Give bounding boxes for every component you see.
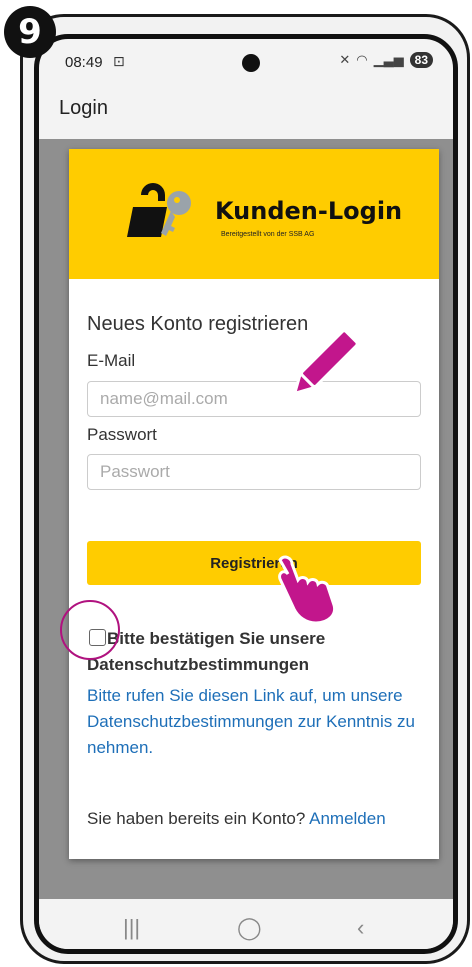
- email-field[interactable]: [87, 381, 421, 417]
- front-camera: [242, 54, 260, 72]
- privacy-checkbox-label: Bitte bestätigen Sie unsere Datenschutzb…: [87, 629, 326, 674]
- android-nav-bar: ||| ◯ ‹: [39, 899, 453, 949]
- privacy-policy-link[interactable]: Bitte rufen Sie diesen Link auf, um unse…: [87, 683, 427, 761]
- logo-title: Kunden-Login: [215, 197, 403, 225]
- logo-subtitle: Bereitgestellt von der SSB AG: [221, 231, 315, 238]
- battery-indicator: 83: [409, 52, 433, 68]
- tap-hand-annotation-icon: [278, 555, 337, 622]
- screen-cast-icon: ⊡: [113, 53, 125, 69]
- mute-icon: ✕: [339, 52, 351, 67]
- email-label: E-Mail: [87, 351, 136, 370]
- app-bar-title: Login: [59, 97, 108, 119]
- card-header: Kunden-Login Bereitgestellt von der SSB …: [69, 149, 439, 279]
- lock-key-logo-icon: [127, 183, 191, 237]
- login-card: Kunden-Login Bereitgestellt von der SSB …: [69, 149, 439, 859]
- signal-icon: ▁▃▅: [373, 52, 404, 67]
- status-time: 08:49: [65, 54, 103, 71]
- checkbox-highlight-circle: [60, 600, 120, 660]
- step-number-badge: 9: [4, 6, 56, 58]
- status-icons: ✕ ◠ ▁▃▅ 83: [339, 52, 433, 68]
- register-button[interactable]: Registrieren: [87, 541, 421, 585]
- password-label: Passwort: [87, 425, 157, 444]
- phone-screen: 08:49 ⊡ ✕ ◠ ▁▃▅ 83 Login Kunden-Login Be…: [34, 34, 458, 954]
- recent-apps-icon[interactable]: |||: [123, 915, 140, 941]
- login-prompt-text: Sie haben bereits ein Konto?: [87, 809, 306, 828]
- password-field[interactable]: [87, 454, 421, 490]
- login-prompt-row: Sie haben bereits ein Konto? Anmelden: [87, 809, 386, 829]
- status-bar: 08:49 ⊡ ✕ ◠ ▁▃▅ 83: [39, 39, 453, 85]
- pencil-annotation-icon: [292, 329, 359, 396]
- back-icon[interactable]: ‹: [357, 915, 364, 941]
- home-icon[interactable]: ◯: [237, 915, 262, 941]
- wifi-icon: ◠: [356, 52, 368, 67]
- login-link[interactable]: Anmelden: [309, 809, 386, 828]
- form-heading: Neues Konto registrieren: [87, 313, 309, 335]
